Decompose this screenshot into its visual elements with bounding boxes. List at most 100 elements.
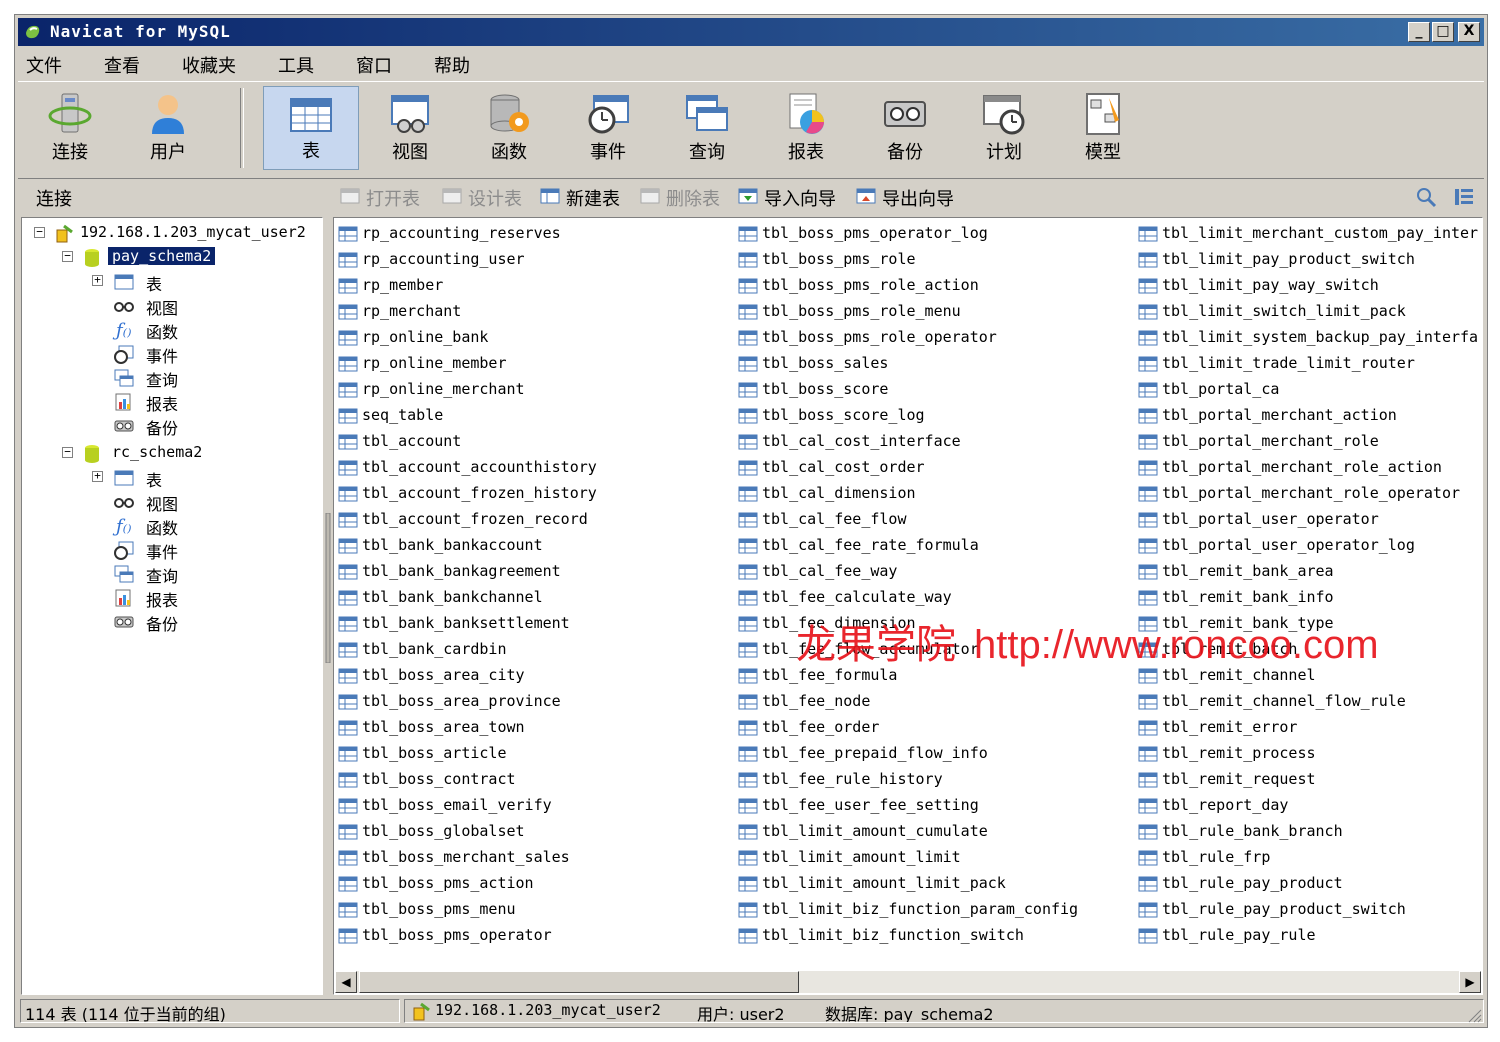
table-name: tbl_portal_user_operator: [1162, 510, 1379, 528]
navicat-window: Navicat for MySQL _ □ X 文件 查看 收藏夹 工具 窗口 …: [14, 14, 1488, 1028]
pane-splitter[interactable]: [323, 217, 333, 995]
table-icon: [738, 564, 758, 580]
table-icon: [338, 720, 358, 736]
toolbar-connection-button[interactable]: 连接: [22, 86, 118, 170]
menu-window[interactable]: 窗口: [356, 52, 392, 78]
table-name: rp_accounting_user: [362, 250, 525, 268]
status-database: 数据库: pay_schema2: [825, 1005, 994, 1023]
table-name: tbl_cal_cost_order: [762, 458, 925, 476]
table-name: tbl_boss_pms_role: [762, 250, 916, 268]
event-clock-icon: [588, 95, 629, 134]
status-table-count: 114 表 (114 位于当前的组): [25, 1005, 226, 1023]
table-icon: [1138, 252, 1158, 268]
menu-favorites[interactable]: 收藏夹: [182, 52, 236, 78]
toolbar-query-button[interactable]: 查询: [659, 86, 755, 170]
table-icon: [738, 590, 758, 606]
object-toolbar: 连接 打开表 设计表 新建表 删除表 导入向导 导出向导: [18, 179, 1484, 215]
table-name: tbl_boss_area_city: [362, 666, 525, 684]
table-name: tbl_bank_bankagreement: [362, 562, 561, 580]
scroll-thumb[interactable]: [359, 971, 799, 993]
table-name: tbl_account: [362, 432, 462, 450]
scroll-right-button[interactable]: ▶: [1459, 971, 1481, 993]
tree-collapse-toggle[interactable]: −: [34, 226, 45, 238]
tree-collapse-toggle[interactable]: −: [62, 250, 73, 262]
view-icon: [391, 95, 429, 133]
scroll-left-button[interactable]: ◀: [335, 971, 357, 993]
table-icon: [1138, 928, 1158, 944]
tree-label: 表: [146, 471, 163, 490]
table-icon: [1138, 694, 1158, 710]
tree-expand-toggle[interactable]: +: [92, 470, 103, 482]
tree-label: 备份: [146, 419, 179, 438]
tree-label: 备份: [146, 615, 179, 634]
tree-expand-toggle[interactable]: +: [92, 274, 103, 286]
connection-plug-icon: [413, 1002, 430, 1021]
table-icon: [1138, 564, 1158, 580]
schema-name: pay_schema2: [108, 247, 216, 265]
function-fx-icon: ƒ₍₎: [116, 320, 132, 341]
table-name: tbl_boss_contract: [362, 770, 516, 788]
tree-collapse-toggle[interactable]: −: [62, 446, 73, 458]
toolbar-model-button[interactable]: 模型: [1055, 86, 1151, 170]
navicat-logo-icon: [26, 25, 40, 39]
toolbar-report-button[interactable]: 报表: [758, 86, 854, 170]
table-icon: [738, 928, 758, 944]
toolbar-user-button[interactable]: 用户: [120, 86, 216, 170]
window-title: Navicat for MySQL: [50, 22, 231, 41]
table-name: tbl_limit_amount_cumulate: [762, 822, 988, 840]
search-icon[interactable]: [1414, 185, 1438, 209]
tree-label: 查询: [146, 371, 179, 390]
table-icon: [738, 460, 758, 476]
tree-node-connection[interactable]: − 192.168.1.203_mycat_user2: [22, 222, 322, 246]
model-icon: [1086, 93, 1120, 135]
table-icon: [1138, 512, 1158, 528]
toolbar-label: 视图: [392, 142, 428, 163]
toolbar-event-button[interactable]: 事件: [560, 86, 656, 170]
toolbar-backup-button[interactable]: 备份: [857, 86, 953, 170]
query-icon: [686, 95, 728, 131]
status-connection-panel: 192.168.1.203_mycat_user2 用户: user2 数据库:…: [404, 999, 1484, 1023]
open-table-icon: [340, 188, 360, 204]
main-toolbar: 连接 用户 表 视图 函数 事件 查询 报表 备份 计划 模型: [18, 81, 1484, 179]
menu-tools[interactable]: 工具: [278, 52, 314, 78]
table-name: tbl_boss_pms_menu: [362, 900, 516, 918]
table-name: tbl_account_accounthistory: [362, 458, 597, 476]
connection-tree: − 192.168.1.203_mycat_user2 − pay_schema…: [21, 217, 323, 995]
toolbar-table-button[interactable]: 表: [263, 86, 359, 170]
menu-help[interactable]: 帮助: [434, 52, 470, 78]
tree-label: 视图: [146, 299, 179, 318]
table-name: tbl_boss_pms_operator: [362, 926, 552, 944]
toolbar-schedule-button[interactable]: 计划: [956, 86, 1052, 170]
table-icon: [738, 876, 758, 892]
view-mode-icon[interactable]: [1452, 185, 1476, 209]
table-name: tbl_portal_merchant_action: [1162, 406, 1397, 424]
table-icon: [338, 850, 358, 866]
toolbar-view-button[interactable]: 视图: [362, 86, 458, 170]
menu-file[interactable]: 文件: [26, 52, 62, 78]
design-table-icon: [442, 188, 462, 204]
table-icon: [738, 746, 758, 762]
action-label: 打开表: [366, 189, 420, 210]
maximize-button[interactable]: □: [1432, 22, 1454, 42]
table-icon: [1138, 538, 1158, 554]
table-name: tbl_bank_bankaccount: [362, 536, 543, 554]
close-button[interactable]: X: [1458, 22, 1480, 42]
table-name: tbl_portal_merchant_role_action: [1162, 458, 1442, 476]
minimize-button[interactable]: _: [1408, 22, 1430, 42]
table-icon: [338, 928, 358, 944]
table-icon: [338, 616, 358, 632]
horizontal-scrollbar[interactable]: ◀ ▶: [335, 971, 1481, 993]
table-name: tbl_account_frozen_history: [362, 484, 597, 502]
tree-node-schema-pay[interactable]: − pay_schema2: [22, 246, 322, 270]
menu-view[interactable]: 查看: [104, 52, 140, 78]
splitter-grip-icon: [325, 513, 331, 663]
tree-node-schema-rc[interactable]: − rc_schema2: [22, 442, 322, 466]
action-label: 导入向导: [764, 189, 836, 210]
table-name: tbl_portal_user_operator_log: [1162, 536, 1415, 554]
table-name: tbl_boss_score_log: [762, 406, 925, 424]
table-icon: [338, 668, 358, 684]
toolbar-function-button[interactable]: 函数: [461, 86, 557, 170]
watermark-cn: 龙果学院: [796, 622, 956, 668]
resize-grip-icon[interactable]: [1464, 1005, 1482, 1023]
table-name: tbl_fee_calculate_way: [762, 588, 952, 606]
